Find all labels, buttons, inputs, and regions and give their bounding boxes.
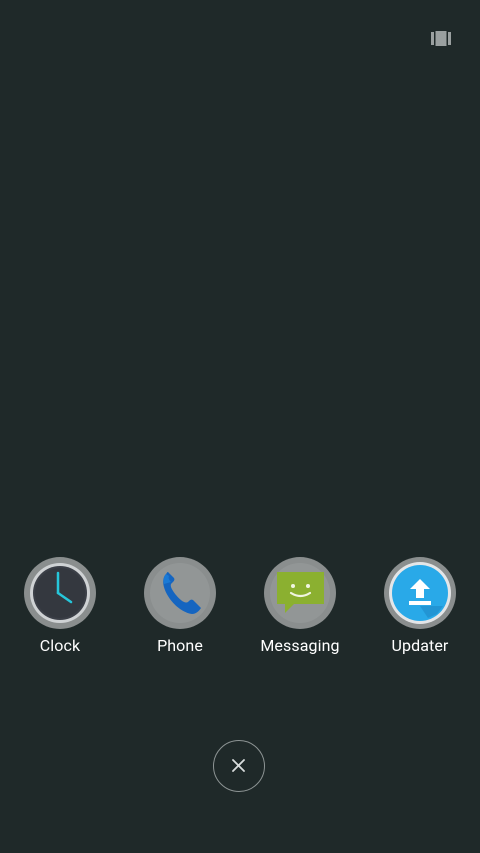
messaging-icon [263, 556, 337, 630]
close-icon [232, 759, 245, 772]
app-messaging[interactable]: Messaging [240, 556, 360, 666]
app-clock[interactable]: Clock [0, 556, 120, 666]
recents-layout-icon[interactable] [431, 31, 451, 46]
updater-icon [383, 556, 457, 630]
recents-layout-icon-graphic [431, 31, 451, 46]
app-label-phone: Phone [157, 636, 203, 655]
phone-icon [143, 556, 217, 630]
recent-apps-row: Clock Phone Messaging Updater [0, 556, 480, 666]
dismiss-all-button[interactable] [213, 740, 265, 792]
app-label-messaging: Messaging [260, 636, 340, 655]
app-label-clock: Clock [39, 636, 81, 655]
app-phone[interactable]: Phone [120, 556, 240, 666]
app-updater[interactable]: Updater [360, 556, 480, 666]
app-label-updater: Updater [391, 636, 449, 655]
clock-icon [23, 556, 97, 630]
